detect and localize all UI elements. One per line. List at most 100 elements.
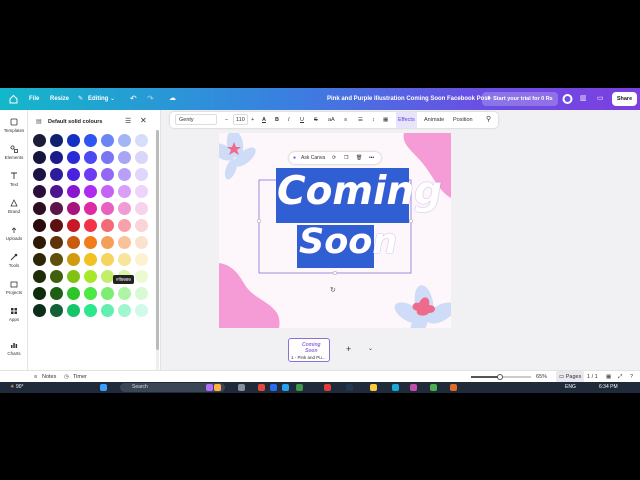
app-icon[interactable] [238,384,245,391]
colour-swatch[interactable] [67,185,80,198]
trial-button[interactable]: ✦ Start your trial for 0 Rs [482,92,558,106]
colour-swatch[interactable] [118,219,131,232]
colour-swatch[interactable] [67,304,80,317]
colour-swatch[interactable] [33,253,46,266]
colour-swatch[interactable] [50,151,63,164]
colour-swatch[interactable] [50,168,63,181]
app-icon[interactable] [206,384,213,391]
colour-swatch[interactable] [135,134,148,147]
colour-swatch[interactable] [33,304,46,317]
underline-button[interactable]: U [300,112,304,128]
colour-swatch[interactable] [67,253,80,266]
animate-button[interactable]: Animate [424,112,444,128]
colour-swatch[interactable] [84,253,97,266]
colour-swatch[interactable] [101,202,114,215]
colour-swatch[interactable] [50,236,63,249]
more-options-icon[interactable]: ▦ [383,112,388,128]
refresh-icon[interactable]: ⟳ [332,152,336,164]
colour-swatch[interactable] [67,134,80,147]
colour-swatch[interactable] [84,151,97,164]
colour-swatch[interactable] [118,287,131,300]
app-icon[interactable] [214,384,221,391]
app-icon[interactable] [430,384,437,391]
colour-swatch[interactable] [84,168,97,181]
comment-icon[interactable]: ▭ [597,88,604,110]
redo-icon[interactable]: ↷ [147,88,154,110]
colour-swatch[interactable] [101,236,114,249]
colour-swatch[interactable] [50,287,63,300]
colour-swatch[interactable] [33,151,46,164]
rail-item-text[interactable]: Text [0,172,28,187]
colour-swatch[interactable] [50,219,63,232]
colour-swatch[interactable] [33,202,46,215]
colour-swatch[interactable] [50,134,63,147]
colour-swatch[interactable] [67,219,80,232]
font-size-input[interactable]: 110 [233,112,248,128]
app-icon[interactable] [270,384,277,391]
rail-item-charts[interactable]: Charts [0,341,28,356]
text-color-button[interactable]: A [262,112,266,128]
app-icon[interactable] [410,384,417,391]
colour-swatch[interactable] [50,270,63,283]
font-size-decrease-button[interactable]: – [225,112,228,128]
language-indicator[interactable]: ENG [565,382,576,393]
rail-item-projects[interactable]: Projects [0,280,28,295]
colour-swatch[interactable] [118,168,131,181]
colour-swatch[interactable] [84,219,97,232]
rail-item-apps[interactable]: Apps [0,307,28,322]
share-button[interactable]: Share [612,92,637,106]
scrollbar-thumb[interactable] [156,130,159,350]
file-menu[interactable]: File [29,88,39,110]
colour-swatch[interactable] [135,270,148,283]
colour-swatch[interactable] [84,304,97,317]
colour-swatch[interactable] [118,185,131,198]
colour-swatch[interactable] [101,219,114,232]
app-icon[interactable] [450,384,457,391]
list-icon[interactable]: ☰ [358,112,363,128]
colour-swatch[interactable] [135,304,148,317]
colour-swatch[interactable] [84,185,97,198]
colour-swatch[interactable] [135,236,148,249]
colour-swatch[interactable] [101,287,114,300]
app-icon[interactable] [296,384,303,391]
colour-swatch[interactable] [33,287,46,300]
ask-canva-button[interactable]: Ask Canva [301,152,325,164]
page-thumbnail[interactable]: Coming Soon 1 - Pink and Pu... [288,338,330,362]
analytics-icon[interactable]: ▥ [580,88,587,110]
colour-swatch[interactable] [135,202,148,215]
colour-swatch[interactable] [135,168,148,181]
colour-swatch[interactable] [101,304,114,317]
clock-time[interactable]: 6:34 PM [599,382,618,393]
colour-swatch[interactable] [67,168,80,181]
home-icon[interactable] [9,88,18,110]
app-icon[interactable] [346,384,353,391]
colour-swatch[interactable] [118,202,131,215]
font-size-increase-button[interactable]: + [251,112,254,128]
colour-swatch[interactable] [135,219,148,232]
colour-swatch[interactable] [84,134,97,147]
windows-start-icon[interactable] [100,384,107,391]
font-family-select[interactable]: Genty [175,112,218,128]
resize-menu[interactable]: Resize [50,88,69,110]
rail-item-brand[interactable]: Brand [0,199,28,214]
colour-swatch[interactable] [33,219,46,232]
colour-swatch[interactable] [33,168,46,181]
colour-swatch[interactable] [101,134,114,147]
colour-swatch[interactable] [67,287,80,300]
app-icon[interactable] [258,384,265,391]
colour-swatch[interactable] [135,151,148,164]
colour-swatch[interactable] [135,185,148,198]
list-view-icon[interactable]: ☰ [125,117,131,125]
document-title[interactable]: Pink and Purple Illustration Coming Soon… [327,88,490,110]
colour-swatch[interactable] [84,236,97,249]
colour-swatch[interactable] [118,304,131,317]
chevron-down-icon[interactable]: ⌄ [368,345,373,352]
colour-swatch[interactable] [67,270,80,283]
colour-swatch[interactable] [135,287,148,300]
italic-button[interactable]: I [288,112,290,128]
rail-item-tools[interactable]: Tools [0,253,28,268]
close-icon[interactable]: ✕ [140,116,147,125]
colour-swatch[interactable] [50,304,63,317]
align-center-icon[interactable]: ≡ [344,112,347,128]
spacing-icon[interactable]: ↕ [372,112,375,128]
